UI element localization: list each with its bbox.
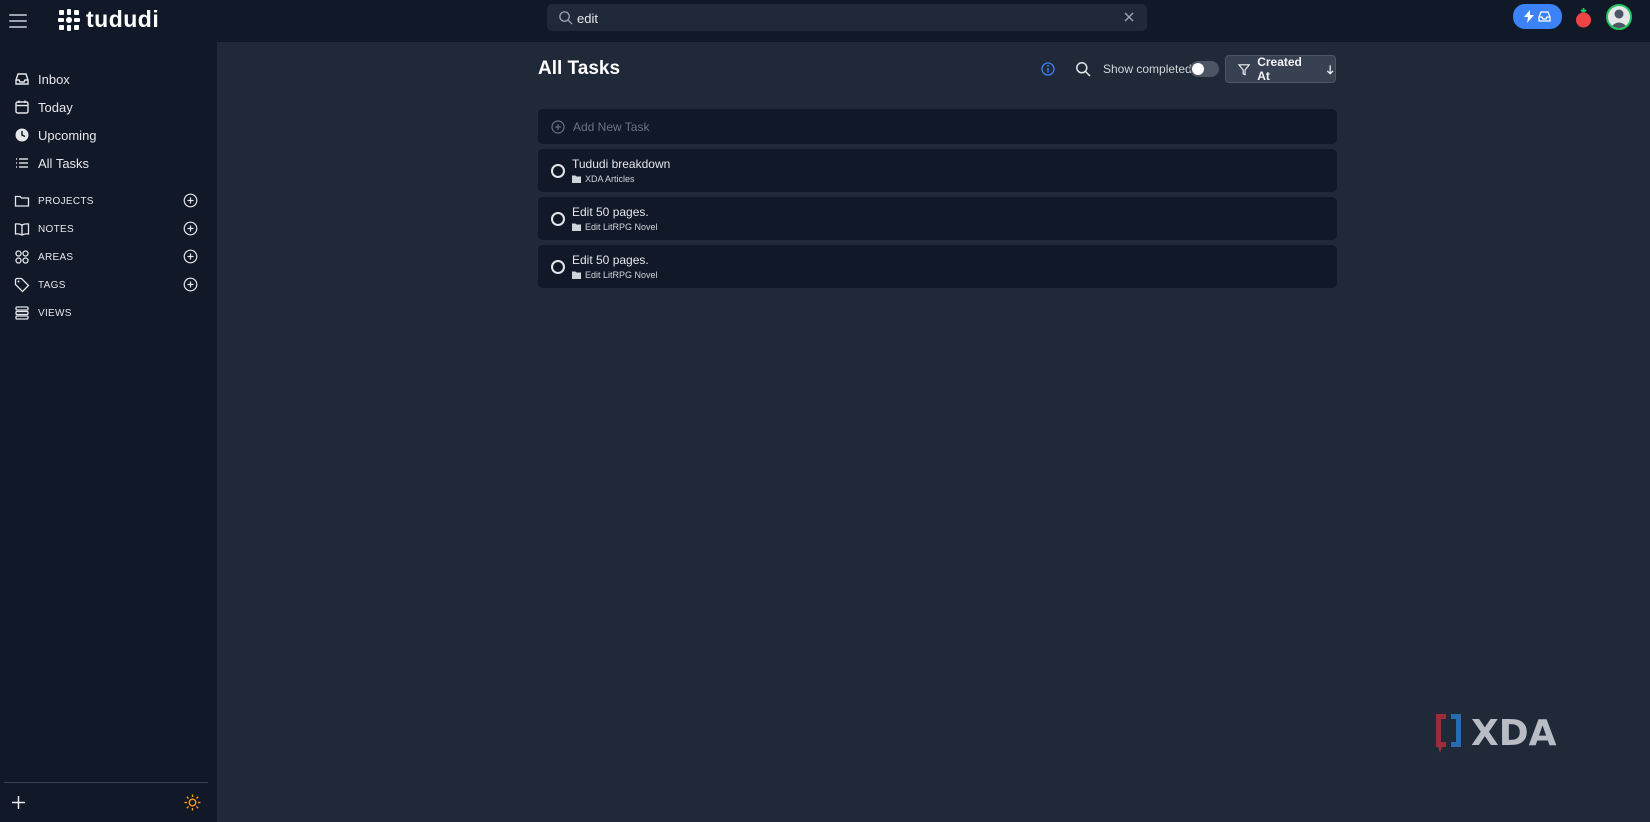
xda-watermark-logo: XDA <box>1436 713 1557 754</box>
page-title: All Tasks <box>538 58 621 79</box>
add-project-icon[interactable] <box>183 193 198 208</box>
quick-capture-button[interactable] <box>1513 4 1562 29</box>
task-project[interactable]: XDA Articles <box>572 174 635 184</box>
folder-icon <box>572 175 581 183</box>
search-icon <box>559 11 573 25</box>
task-complete-checkbox[interactable] <box>551 260 565 274</box>
task-complete-checkbox[interactable] <box>551 212 565 226</box>
task-name: Edit 50 pages. <box>572 205 649 219</box>
add-area-icon[interactable] <box>183 249 198 264</box>
grid-icon <box>15 250 29 264</box>
search-icon[interactable] <box>1075 61 1091 77</box>
task-name: Tududi breakdown <box>572 157 671 171</box>
sidebar-item-label: Today <box>38 99 73 115</box>
sort-label: Created At <box>1257 55 1302 83</box>
sidebar-divider <box>4 782 208 783</box>
sidebar-section-label[interactable]: TAGS <box>38 280 66 291</box>
xda-watermark-text: XDA <box>1471 713 1557 754</box>
lightning-icon <box>1524 10 1534 23</box>
user-icon <box>1610 9 1628 28</box>
top-bar: tududi <box>0 0 1650 42</box>
sidebar-section-tags: TAGS <box>14 274 198 296</box>
add-circle-icon <box>551 119 565 134</box>
add-note-icon[interactable] <box>183 221 198 236</box>
task-item[interactable]: Tududi breakdown XDA Articles <box>538 149 1337 192</box>
sidebar-section-label[interactable]: PROJECTS <box>38 196 94 207</box>
sidebar-item-today[interactable]: Today <box>14 96 204 118</box>
book-icon <box>14 223 30 236</box>
sidebar-item-upcoming[interactable]: Upcoming <box>14 124 204 146</box>
task-name: Edit 50 pages. <box>572 253 649 267</box>
task-project-label: Edit LitRPG Novel <box>585 222 658 232</box>
list-icon <box>16 158 28 168</box>
add-task-input[interactable]: Add New Task <box>538 109 1337 144</box>
task-complete-checkbox[interactable] <box>551 164 565 178</box>
close-icon[interactable] <box>1122 10 1136 24</box>
sidebar-section-views: VIEWS <box>14 302 198 324</box>
sidebar-section-label[interactable]: NOTES <box>38 224 74 235</box>
sun-icon[interactable] <box>184 794 201 811</box>
logo-icon <box>58 8 80 31</box>
calendar-icon <box>15 100 29 114</box>
clock-icon <box>15 128 29 142</box>
arrow-down-icon <box>1326 64 1334 75</box>
sidebar-section-projects: PROJECTS <box>14 190 198 212</box>
folder-icon <box>572 271 581 279</box>
sort-button[interactable]: Created At <box>1225 55 1336 83</box>
plus-icon[interactable] <box>10 794 27 811</box>
user-avatar[interactable] <box>1606 4 1632 30</box>
sidebar-item-label: Upcoming <box>38 127 97 143</box>
task-project-label: Edit LitRPG Novel <box>585 270 658 280</box>
folder-icon <box>572 223 581 231</box>
search-input[interactable] <box>577 8 1097 28</box>
app-logo[interactable]: tududi <box>58 6 159 33</box>
sidebar-item-label: Inbox <box>38 71 70 87</box>
folder-icon <box>14 195 30 207</box>
sidebar-section-notes: NOTES <box>14 218 198 240</box>
show-completed-label: Show completed <box>1103 62 1192 76</box>
filter-icon <box>1238 63 1251 76</box>
info-icon[interactable] <box>1041 62 1055 76</box>
inbox-icon <box>15 73 29 85</box>
sidebar-item-inbox[interactable]: Inbox <box>14 68 204 90</box>
menu-icon[interactable] <box>6 9 30 33</box>
inbox-icon <box>1538 11 1551 22</box>
sidebar-section-label[interactable]: AREAS <box>38 252 73 263</box>
task-item[interactable]: Edit 50 pages. Edit LitRPG Novel <box>538 245 1337 288</box>
task-project[interactable]: Edit LitRPG Novel <box>572 222 658 232</box>
sidebar-section-label[interactable]: VIEWS <box>38 308 72 319</box>
stack-icon <box>15 306 29 320</box>
search-bar <box>547 4 1147 31</box>
task-item[interactable]: Edit 50 pages. Edit LitRPG Novel <box>538 197 1337 240</box>
task-project-label: XDA Articles <box>585 174 635 184</box>
add-tag-icon[interactable] <box>183 277 198 292</box>
tag-icon <box>14 277 30 293</box>
pomodoro-tomato-icon[interactable] <box>1574 7 1593 29</box>
task-project[interactable]: Edit LitRPG Novel <box>572 270 658 280</box>
show-completed-toggle[interactable] <box>1190 61 1219 77</box>
app-name: tududi <box>86 6 160 32</box>
sidebar-section-areas: AREAS <box>14 246 198 268</box>
add-task-placeholder: Add New Task <box>573 119 650 134</box>
sidebar: Inbox Today Upcoming All Tasks PROJECTS … <box>0 42 217 822</box>
sidebar-item-label: All Tasks <box>38 155 90 171</box>
sidebar-item-all-tasks[interactable]: All Tasks <box>14 152 204 174</box>
